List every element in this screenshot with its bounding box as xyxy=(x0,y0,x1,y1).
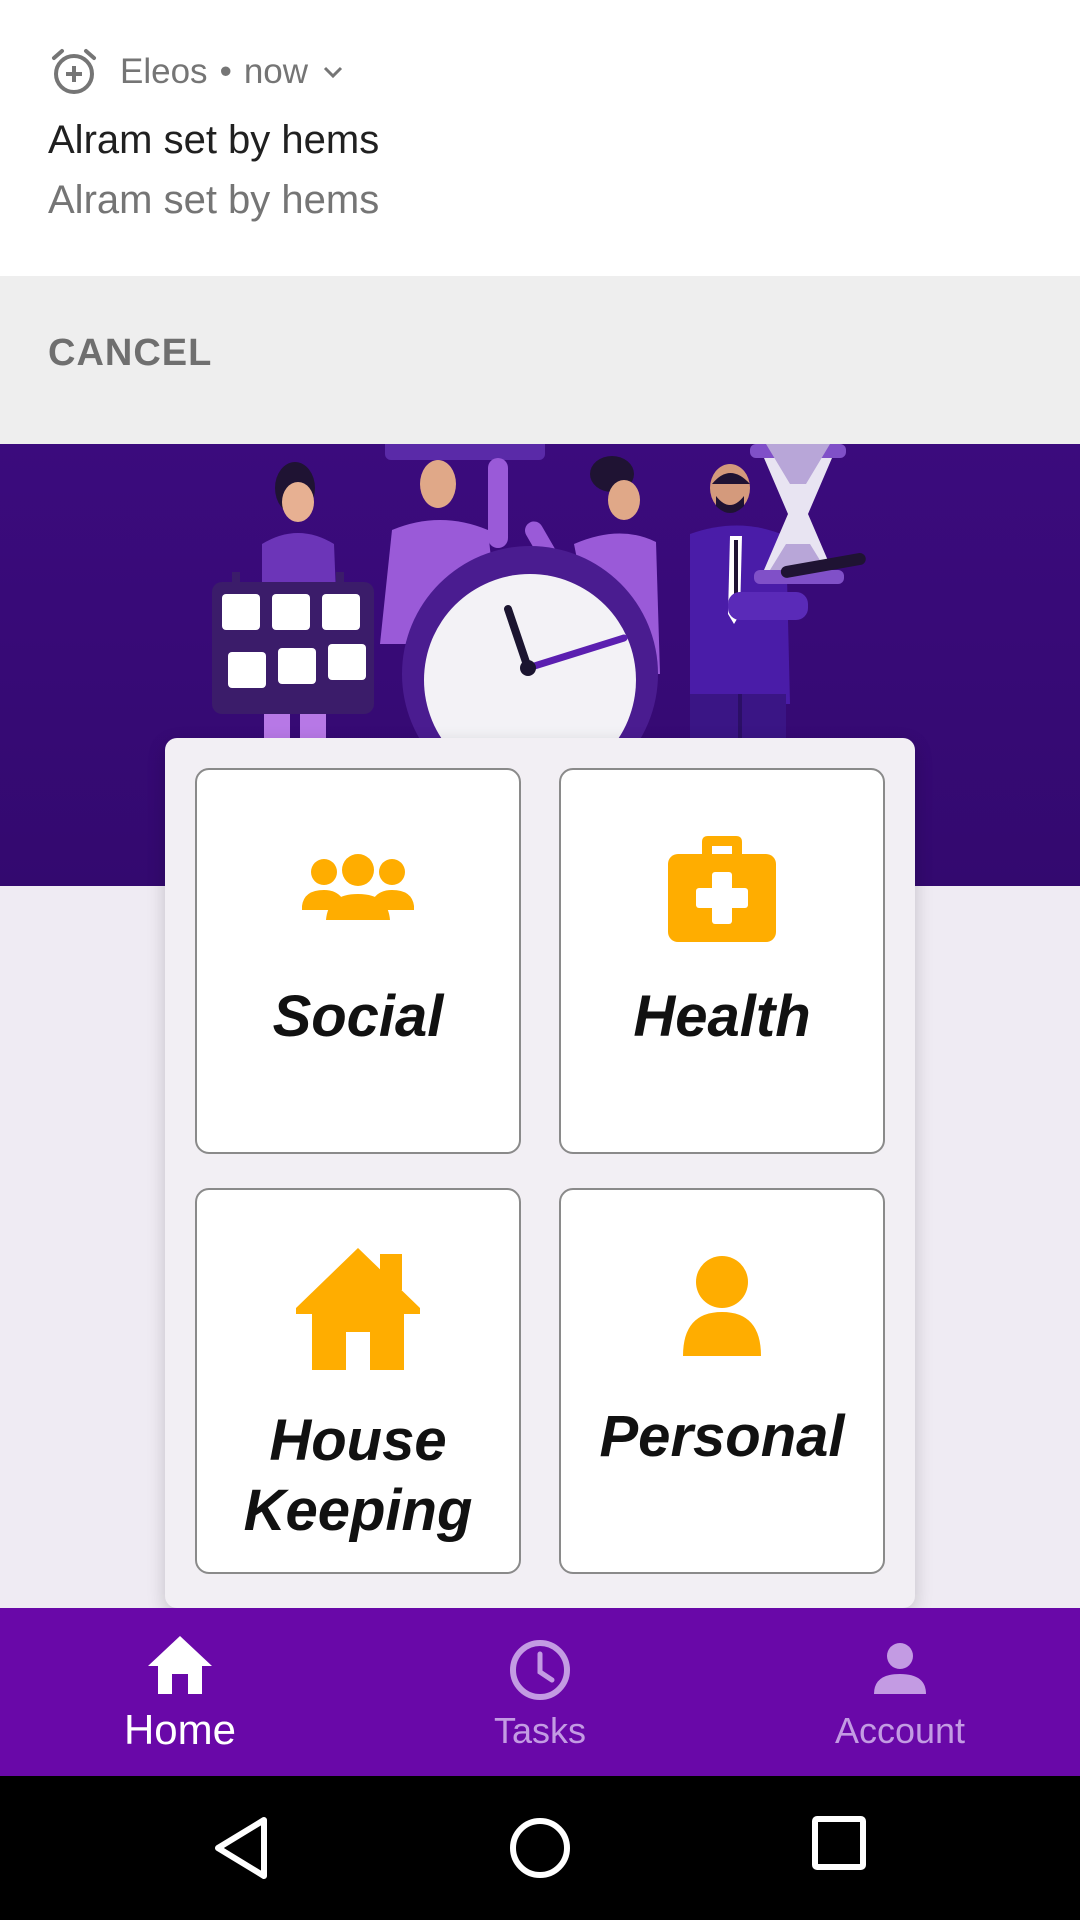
notification-actions: CANCEL xyxy=(0,276,1080,444)
home-circle-icon[interactable] xyxy=(508,1816,572,1880)
category-grid: Social Health House Keeping Personal xyxy=(165,738,915,1608)
recents-icon[interactable] xyxy=(812,1816,866,1870)
notification-time: now xyxy=(243,52,309,91)
house-icon xyxy=(296,1248,420,1370)
calendar-illustration xyxy=(212,572,374,714)
system-navigation-bar xyxy=(0,1776,1080,1920)
clock-icon xyxy=(510,1640,570,1700)
bottom-navigation: Home Tasks Account xyxy=(0,1608,1080,1776)
house-keeping-label-line1: House xyxy=(269,1408,447,1473)
medical-kit-icon xyxy=(668,836,776,942)
personal-label: Personal xyxy=(599,1404,845,1469)
nav-home-label: Home xyxy=(123,1706,237,1753)
notification-separator: • xyxy=(219,52,232,91)
personal-tile[interactable]: Personal xyxy=(559,1188,885,1574)
notification-title: Alram set by hems xyxy=(48,118,380,162)
alarm-add-icon xyxy=(52,49,96,94)
notification[interactable]: Eleos • now Alram set by hems Alram set … xyxy=(0,0,1080,276)
house-keeping-tile[interactable]: House Keeping xyxy=(195,1188,521,1574)
nav-tasks-label: Tasks xyxy=(493,1710,587,1751)
people-icon xyxy=(302,854,414,920)
notification-text: Alram set by hems xyxy=(48,178,380,222)
nav-account-label: Account xyxy=(834,1710,966,1751)
social-label: Social xyxy=(272,984,444,1049)
health-label: Health xyxy=(633,984,811,1049)
social-tile[interactable]: Social xyxy=(195,768,521,1154)
notification-app-name: Eleos xyxy=(120,52,208,91)
screen: Eleos • now Alram set by hems Alram set … xyxy=(0,0,1080,1920)
nav-home[interactable]: Home xyxy=(0,1608,360,1776)
account-icon xyxy=(874,1643,926,1694)
house-keeping-label-line2: Keeping xyxy=(243,1478,473,1543)
chevron-down-icon[interactable] xyxy=(318,57,348,87)
notification-header: Eleos • now xyxy=(48,44,348,100)
nav-account[interactable]: Account xyxy=(720,1608,1080,1776)
health-tile[interactable]: Health xyxy=(559,768,885,1154)
person-icon xyxy=(683,1256,761,1356)
home-icon xyxy=(148,1636,212,1694)
cancel-button[interactable]: CANCEL xyxy=(48,332,212,375)
nav-tasks[interactable]: Tasks xyxy=(360,1608,720,1776)
back-icon[interactable] xyxy=(212,1816,272,1880)
